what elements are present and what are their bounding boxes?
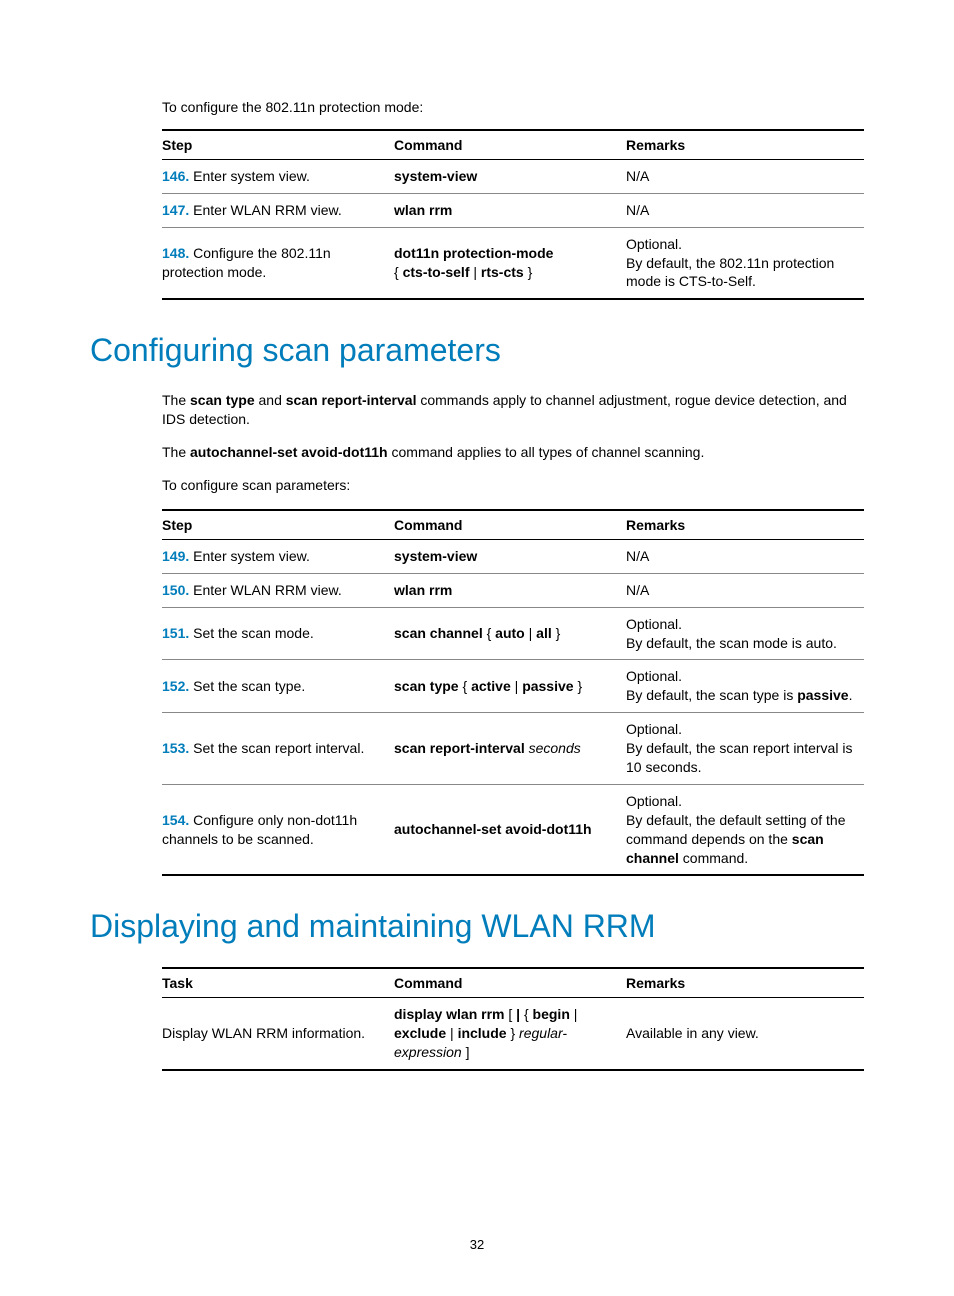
table-scan-params: Step Command Remarks 149. Enter system v… (162, 509, 864, 877)
table-protection-mode: Step Command Remarks 146. Enter system v… (162, 129, 864, 300)
heading-scan-params: Configuring scan parameters (90, 332, 864, 369)
th-command: Command (394, 968, 626, 998)
table-row: 146. Enter system view.system-viewN/A (162, 159, 864, 193)
table1-body: 146. Enter system view.system-viewN/A147… (162, 159, 864, 299)
th-step: Step (162, 510, 394, 540)
table3-body: Display WLAN RRM information.display wla… (162, 998, 864, 1070)
intro-text: To configure the 802.11n protection mode… (162, 98, 864, 117)
th-task: Task (162, 968, 394, 998)
table-row: 148. Configure the 802.11n protection mo… (162, 227, 864, 299)
page-number: 32 (0, 1237, 954, 1252)
th-remarks: Remarks (626, 130, 864, 160)
table-row: 152. Set the scan type.scan type { activ… (162, 660, 864, 713)
table-row: 147. Enter WLAN RRM view.wlan rrmN/A (162, 193, 864, 227)
table-row: 150. Enter WLAN RRM view.wlan rrmN/A (162, 573, 864, 607)
table-row: 151. Set the scan mode.scan channel { au… (162, 607, 864, 660)
th-command: Command (394, 130, 626, 160)
th-remarks: Remarks (626, 510, 864, 540)
table2-body: 149. Enter system view.system-viewN/A150… (162, 539, 864, 875)
th-remarks: Remarks (626, 968, 864, 998)
table-row: 149. Enter system view.system-viewN/A (162, 539, 864, 573)
para-scan-1: The scan type and scan report-interval c… (162, 391, 864, 429)
table-display-rrm: Task Command Remarks Display WLAN RRM in… (162, 967, 864, 1071)
para-scan-2: The autochannel-set avoid-dot11h command… (162, 443, 864, 462)
heading-display-rrm: Displaying and maintaining WLAN RRM (90, 908, 864, 945)
th-command: Command (394, 510, 626, 540)
table-row: Display WLAN RRM information.display wla… (162, 998, 864, 1070)
para-scan-3: To configure scan parameters: (162, 476, 864, 495)
th-step: Step (162, 130, 394, 160)
table-row: 154. Configure only non-dot11h channels … (162, 784, 864, 875)
table-row: 153. Set the scan report interval.scan r… (162, 713, 864, 785)
